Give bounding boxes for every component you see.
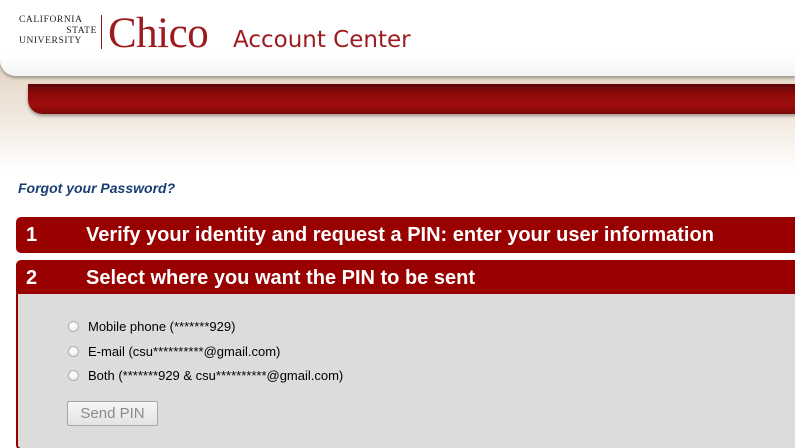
both-radio[interactable] [68, 370, 79, 381]
send-pin-button[interactable]: Send PIN [67, 401, 158, 426]
email-label: E-mail (csu**********@gmail.com) [88, 343, 281, 359]
site-header: CALIFORNIA STATE UNIVERSITY Chico Accoun… [0, 0, 795, 76]
mobile-phone-label: Mobile phone (*******929) [88, 319, 236, 334]
app-title: Account Center [233, 27, 411, 53]
step-1-title: Verify your identity and request a PIN: … [86, 224, 714, 246]
page-title: Forgot your Password? [18, 180, 176, 196]
nav-bar [28, 84, 795, 114]
email-radio[interactable] [68, 345, 79, 357]
pin-destination-options: Mobile phone (*******929) E-mail (csu***… [68, 316, 343, 390]
step-2-panel: 2 Select where you want the PIN to be se… [16, 260, 795, 448]
step-2-title: Select where you want the PIN to be sent [86, 267, 475, 289]
logo-chico: Chico [108, 10, 209, 57]
option-both[interactable]: Both (*******929 & csu**********@gmail.c… [68, 365, 343, 386]
step-2-number: 2 [26, 267, 38, 289]
logo-line-california: CALIFORNIA [19, 15, 83, 25]
step-2-header: 2 Select where you want the PIN to be se… [18, 262, 795, 294]
option-email[interactable]: E-mail (csu**********@gmail.com) [68, 341, 343, 362]
both-label: Both (*******929 & csu**********@gmail.c… [88, 368, 344, 383]
step-1-number: 1 [26, 224, 38, 246]
option-mobile-phone[interactable]: Mobile phone (*******929) [68, 316, 343, 337]
mobile-phone-radio[interactable] [68, 321, 79, 332]
logo-line-university: UNIVERSITY [19, 36, 82, 46]
step-1-header[interactable]: 1 Verify your identity and request a PIN… [16, 217, 795, 253]
university-logo-text: CALIFORNIA STATE UNIVERSITY [19, 15, 97, 47]
logo-line-state: STATE [66, 25, 97, 36]
logo-divider [101, 15, 102, 49]
